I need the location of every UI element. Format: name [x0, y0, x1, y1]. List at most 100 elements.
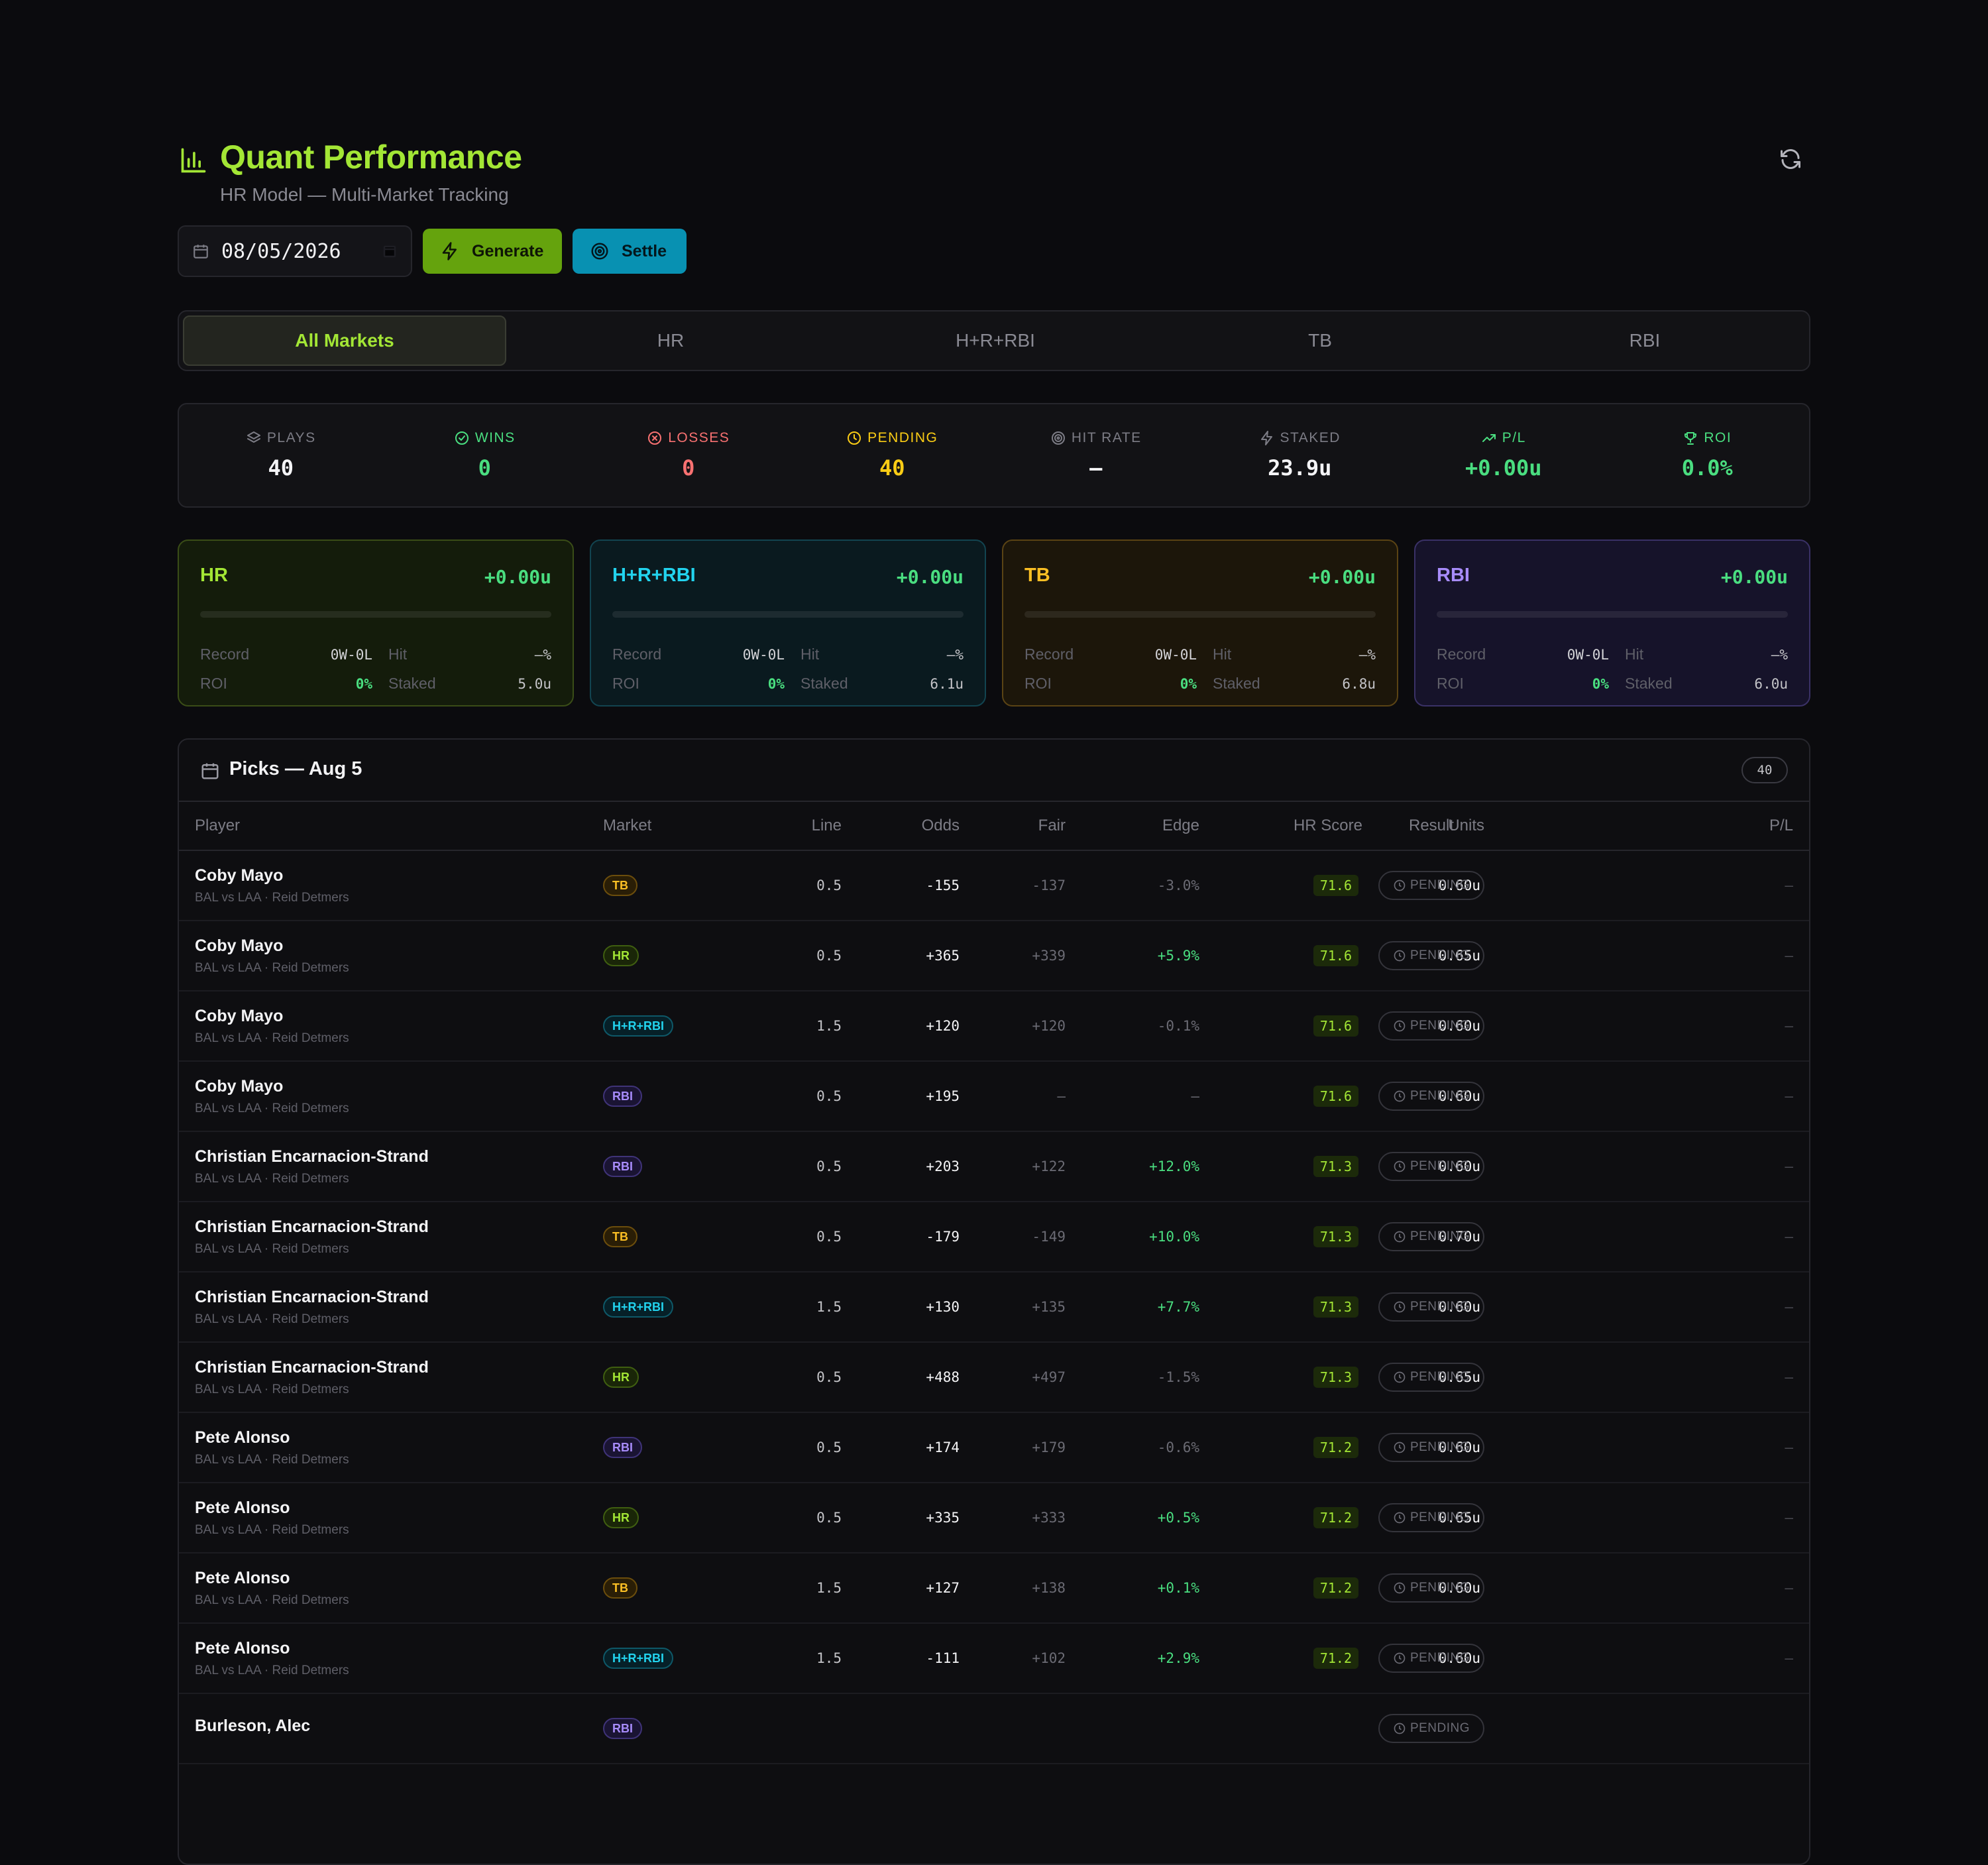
pl-value: — [1785, 1299, 1793, 1315]
table-row[interactable]: Coby Mayo BAL vs LAA · Reid Detmers TB 0.5 -… [179, 851, 1809, 921]
date-input[interactable]: 08/05/2026 [178, 225, 412, 277]
odds-value: +335 [926, 1510, 960, 1526]
hr-score-badge: 71.2 [1313, 1437, 1358, 1458]
stat-plays: PLAYS 40 [179, 404, 383, 506]
stat-value: 40 [268, 455, 294, 480]
edge-value: -0.6% [1157, 1440, 1199, 1455]
col-player[interactable]: Player [195, 817, 566, 835]
col-pl[interactable]: P/L [1769, 817, 1793, 835]
col-market[interactable]: Market [603, 817, 651, 835]
result-cell: PENDING [1378, 1644, 1484, 1673]
clock-icon [1394, 879, 1406, 891]
table-row[interactable]: Christian Encarnacion-Strand BAL vs LAA ·… [179, 1272, 1809, 1343]
generate-button[interactable]: Generate [423, 229, 562, 274]
market-card-tb[interactable]: TB +0.00u Record 0W-0L Hit —% ROI 0% Staked 6.8u [1002, 539, 1398, 706]
player-name[interactable]: Coby Mayo [195, 866, 566, 885]
result-cell: PENDING [1378, 1573, 1484, 1603]
game-info: BAL vs LAA · Reid Detmers [195, 1031, 349, 1045]
market-badge: TB [603, 1226, 637, 1247]
player-cell: Pete Alonso BAL vs LAA · Reid Detmers [195, 1498, 566, 1538]
clock-icon [1394, 1231, 1406, 1243]
col-odds[interactable]: Odds [922, 817, 960, 835]
player-name[interactable]: Christian Encarnacion-Strand [195, 1217, 566, 1237]
table-row[interactable]: Pete Alonso BAL vs LAA · Reid Detmers H+R+… [179, 1624, 1809, 1694]
clock-icon [1394, 950, 1406, 962]
player-name[interactable]: Pete Alonso [195, 1428, 566, 1447]
market-cell: TB [603, 875, 637, 896]
table-row[interactable]: Burleson, Alec RBI PENDING [179, 1694, 1809, 1764]
tab-h-r-rbi[interactable]: H+R+RBI [835, 315, 1156, 366]
stat-losses: LOSSES 0 [586, 404, 791, 506]
market-card-rbi[interactable]: RBI +0.00u Record 0W-0L Hit —% ROI 0% Staked 6.0u [1414, 539, 1810, 706]
edge-value: +2.9% [1157, 1650, 1199, 1666]
hr-score-cell: 71.3 [1313, 1367, 1358, 1388]
table-row[interactable]: Christian Encarnacion-Strand BAL vs LAA ·… [179, 1343, 1809, 1413]
table-row[interactable]: Coby Mayo BAL vs LAA · Reid Detmers RBI 0.5… [179, 1062, 1809, 1132]
table-row[interactable]: Christian Encarnacion-Strand BAL vs LAA ·… [179, 1202, 1809, 1272]
market-card-stat-value: 0W-0L [330, 647, 372, 663]
player-name[interactable]: Christian Encarnacion-Strand [195, 1147, 566, 1166]
market-cell: HR [603, 1507, 639, 1528]
table-row[interactable]: Pete Alonso BAL vs LAA · Reid Detmers TB 1.… [179, 1554, 1809, 1624]
game-info: BAL vs LAA · Reid Detmers [195, 960, 349, 975]
player-cell: Pete Alonso BAL vs LAA · Reid Detmers [195, 1569, 566, 1608]
market-card-stat-label: ROI [1024, 675, 1052, 692]
player-name[interactable]: Coby Mayo [195, 936, 566, 956]
col-edge[interactable]: Edge [1162, 817, 1199, 835]
player-name[interactable]: Christian Encarnacion-Strand [195, 1288, 566, 1307]
market-card-stat-value: 6.1u [930, 676, 964, 692]
player-name[interactable]: Pete Alonso [195, 1569, 566, 1588]
stat-wins: WINS 0 [383, 404, 587, 506]
odds-value: +130 [926, 1299, 960, 1315]
player-name[interactable]: Pete Alonso [195, 1639, 566, 1658]
market-badge: RBI [603, 1156, 642, 1177]
pl-value: — [1785, 1018, 1793, 1034]
status-label: PENDING [1409, 1581, 1470, 1595]
tab-hr[interactable]: HR [510, 315, 831, 366]
status-label: PENDING [1409, 1300, 1470, 1314]
market-badge: RBI [603, 1437, 642, 1458]
market-cell: H+R+RBI [603, 1015, 674, 1037]
stat-label-row: PLAYS [246, 430, 316, 446]
table-row[interactable]: Pete Alonso BAL vs LAA · Reid Detmers RBI 0… [179, 1413, 1809, 1483]
table-row[interactable]: Coby Mayo BAL vs LAA · Reid Detmers HR 0.5 +… [179, 921, 1809, 991]
market-card-hr[interactable]: HR +0.00u Record 0W-0L Hit —% ROI 0% Staked 5.0u [178, 539, 574, 706]
picks-header: Picks — Aug 5 40 [179, 740, 1809, 802]
player-name[interactable]: Christian Encarnacion-Strand [195, 1358, 566, 1377]
fair-value: +497 [1032, 1369, 1066, 1385]
hr-score-cell: 71.2 [1313, 1507, 1358, 1528]
tab-rbi[interactable]: RBI [1484, 315, 1805, 366]
col-fair[interactable]: Fair [1038, 817, 1066, 835]
table-row[interactable]: Christian Encarnacion-Strand BAL vs LAA ·… [179, 1132, 1809, 1202]
tab-all-markets[interactable]: All Markets [183, 315, 506, 366]
col-line[interactable]: Line [812, 817, 842, 835]
player-name[interactable]: Coby Mayo [195, 1077, 566, 1096]
market-card-h-r-rbi[interactable]: H+R+RBI +0.00u Record 0W-0L Hit —% ROI 0% Staked… [590, 539, 986, 706]
market-card-name: HR [200, 565, 228, 586]
stat-label: P/L [1502, 430, 1526, 445]
status-badge: PENDING [1378, 1082, 1484, 1111]
tab-tb[interactable]: TB [1160, 315, 1480, 366]
generate-label: Generate [472, 241, 544, 260]
game-info: BAL vs LAA · Reid Detmers [195, 1522, 349, 1537]
fair-value: +138 [1032, 1580, 1066, 1596]
player-name[interactable]: Pete Alonso [195, 1498, 566, 1518]
player-name[interactable]: Burleson, Alec [195, 1717, 566, 1736]
player-cell: Pete Alonso BAL vs LAA · Reid Detmers [195, 1428, 566, 1467]
player-name[interactable]: Coby Mayo [195, 1007, 566, 1026]
market-card-stat-label: Staked [1625, 675, 1673, 692]
calendar-icon [193, 245, 208, 258]
table-row[interactable]: Pete Alonso BAL vs LAA · Reid Detmers HR 0.… [179, 1483, 1809, 1554]
clock-icon [1394, 1301, 1406, 1313]
table-row[interactable]: Coby Mayo BAL vs LAA · Reid Detmers H+R+RB… [179, 991, 1809, 1062]
col-hr-score[interactable]: HR Score [1294, 817, 1362, 835]
date-picker-icon[interactable] [382, 243, 398, 259]
odds-value: -179 [926, 1229, 960, 1245]
market-cell: TB [603, 1577, 637, 1599]
refresh-icon[interactable] [1779, 147, 1802, 171]
market-card-stat-value: 0% [1592, 676, 1609, 692]
market-badge: RBI [603, 1718, 642, 1739]
col-result[interactable]: Result [1378, 817, 1484, 835]
settle-button[interactable]: Settle [573, 229, 687, 274]
clock-icon [1394, 1160, 1406, 1172]
